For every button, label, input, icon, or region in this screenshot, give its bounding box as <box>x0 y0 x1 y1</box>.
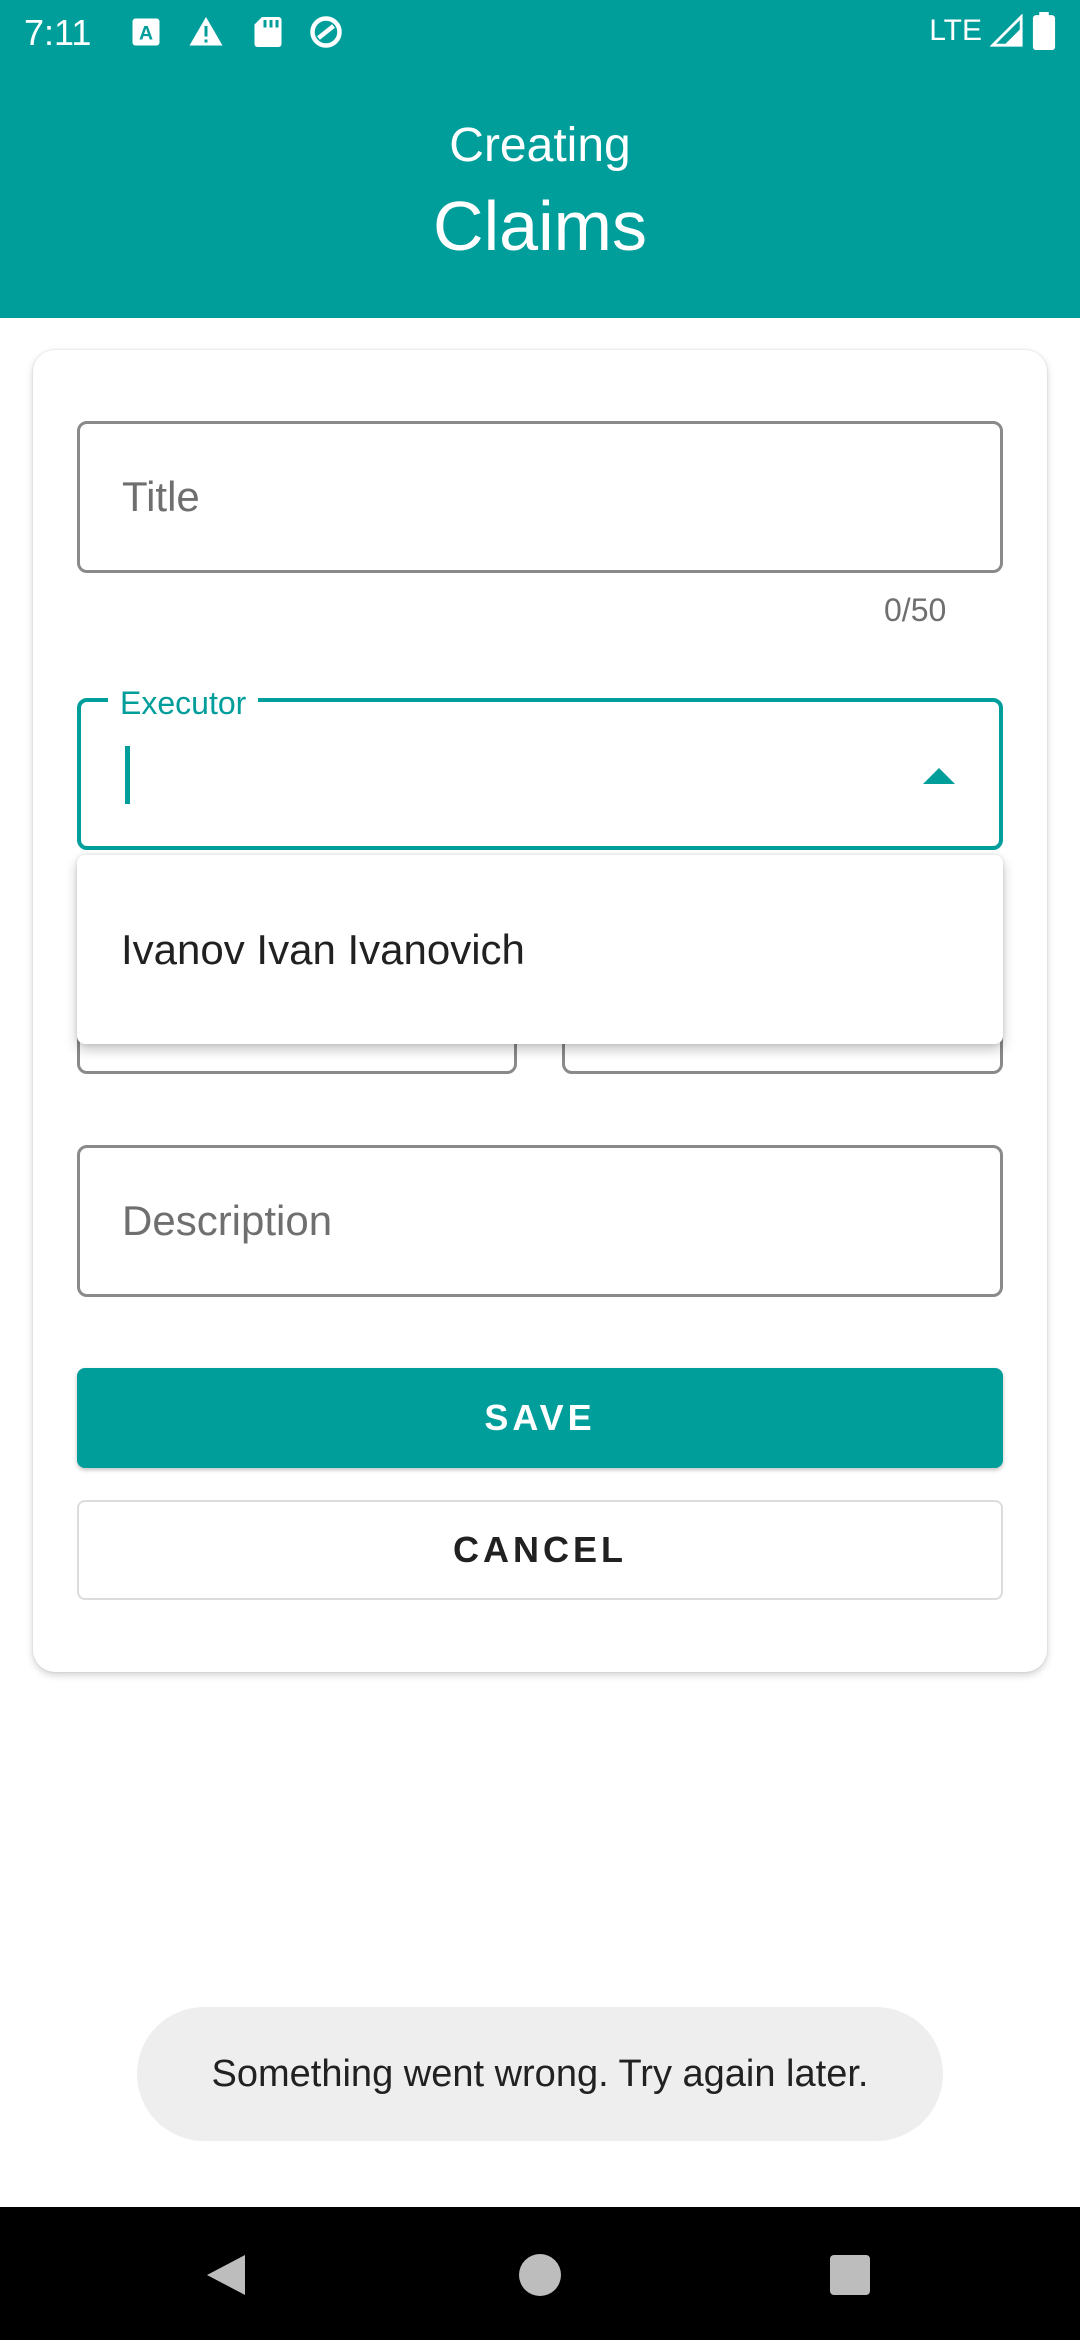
system-nav-bar <box>0 2207 1080 2340</box>
home-icon[interactable] <box>519 2254 561 2296</box>
status-bar: 7:11 A LTE <box>0 0 1080 66</box>
text-cursor <box>125 746 130 804</box>
dropdown-option[interactable]: Ivanov Ivan Ivanovich <box>121 926 525 974</box>
save-button[interactable]: SAVE <box>77 1368 1003 1468</box>
toast-message: Something went wrong. Try again later. <box>211 2052 869 2095</box>
description-placeholder: Description <box>122 1197 333 1244</box>
title-input[interactable]: Title <box>77 421 1003 573</box>
sd-card-icon <box>254 17 282 47</box>
network-type: LTE <box>929 14 982 47</box>
battery-icon <box>1032 12 1056 50</box>
sync-circle-icon <box>310 16 342 48</box>
cancel-button[interactable]: CANCEL <box>77 1500 1003 1600</box>
executor-dropdown: Ivanov Ivan Ivanovich <box>77 855 1003 1044</box>
keyboard-a-icon: A <box>132 18 160 46</box>
title-placeholder: Title <box>122 473 200 520</box>
warning-icon <box>189 17 223 46</box>
signal-icon <box>990 14 1023 47</box>
error-toast: Something went wrong. Try again later. <box>137 2007 943 2141</box>
recents-icon[interactable] <box>830 2255 870 2295</box>
dropdown-arrow-up-icon[interactable] <box>923 768 955 784</box>
back-icon[interactable] <box>205 2253 247 2297</box>
executor-label: Executor <box>108 685 259 722</box>
status-right: LTE <box>929 12 1056 50</box>
svg-text:A: A <box>139 23 153 45</box>
header-subtitle: Creating <box>449 119 631 172</box>
title-char-counter: 0/50 <box>884 592 947 628</box>
status-time: 7:11 <box>24 12 92 53</box>
app-header: 7:11 A LTE Creating Claims <box>0 0 1080 318</box>
page-title: Claims <box>433 187 647 265</box>
description-input[interactable]: Description <box>77 1145 1003 1297</box>
